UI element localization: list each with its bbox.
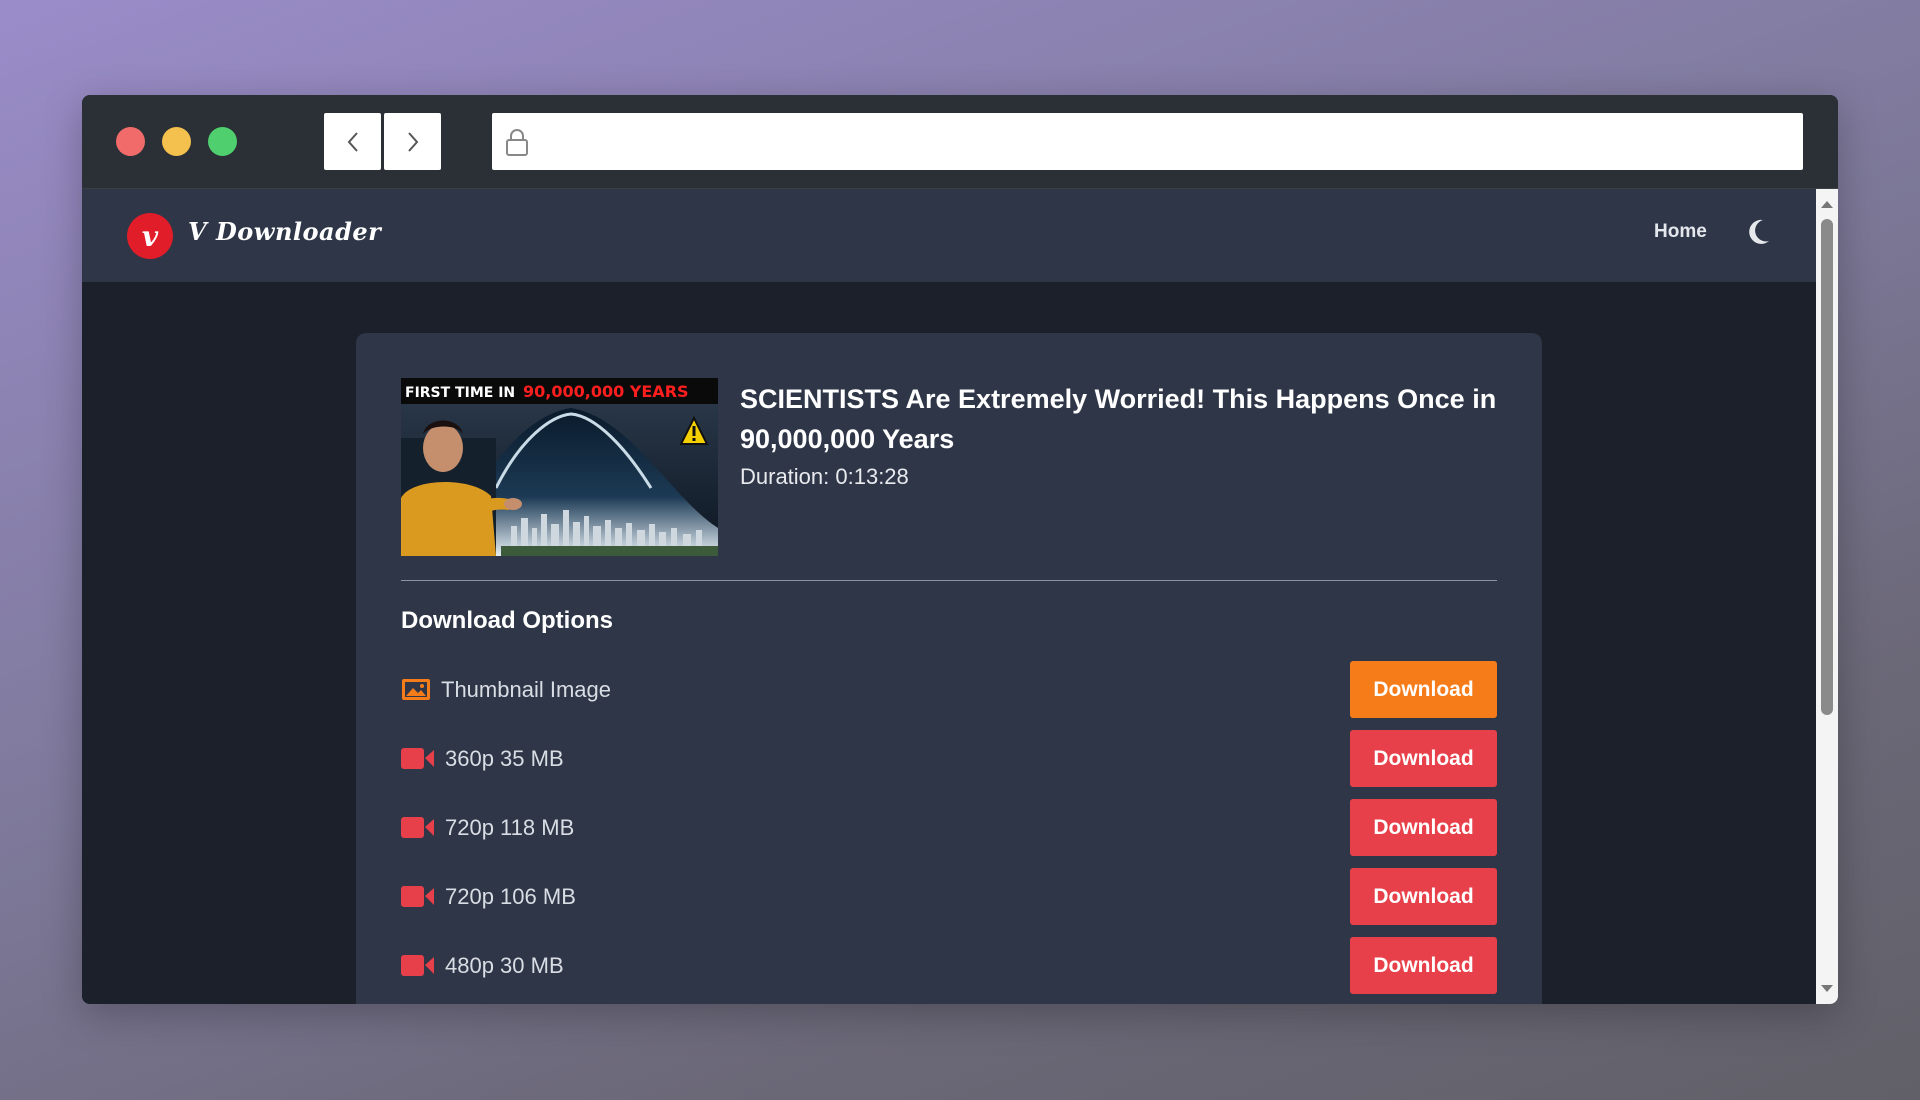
video-thumbnail: FIRST TIME IN 90,000,000 YEARS: [401, 378, 718, 556]
chevron-right-icon: [407, 131, 418, 152]
back-button[interactable]: [324, 113, 381, 170]
scroll-down-arrow[interactable]: [1821, 985, 1833, 992]
video-title: SCIENTISTS Are Extremely Worried! This H…: [740, 384, 1497, 454]
video-camera-icon: [401, 886, 434, 907]
download-360p-button[interactable]: Download: [1350, 730, 1497, 787]
download-option-label: 720p 106 MB: [445, 884, 576, 909]
download-480p-button[interactable]: Download: [1350, 937, 1497, 994]
video-card: FIRST TIME IN 90,000,000 YEARS SCIENTIST…: [356, 333, 1542, 1004]
thumbnail-text-white: FIRST TIME IN: [405, 385, 515, 401]
download-option-row: 720p 106 MB Download: [401, 868, 1497, 925]
scroll-up-arrow[interactable]: [1821, 201, 1833, 208]
download-options-heading: Download Options: [401, 607, 613, 634]
site-header: v V Downloader Home: [82, 189, 1816, 282]
download-option-row: 720p 118 MB Download: [401, 799, 1497, 856]
forward-button[interactable]: [384, 113, 441, 170]
moon-icon[interactable]: [1746, 217, 1772, 247]
download-option-label: 360p 35 MB: [445, 746, 564, 771]
download-option-label: Thumbnail Image: [441, 677, 611, 702]
nav-home-link[interactable]: Home: [1654, 221, 1707, 243]
scrollbar-thumb[interactable]: [1821, 219, 1833, 715]
download-option-row: Thumbnail Image Download: [401, 661, 1497, 718]
download-thumbnail-button[interactable]: Download: [1350, 661, 1497, 718]
page-viewport: v V Downloader Home FIRST TIME IN 90,000…: [82, 189, 1816, 1004]
thumbnail-text-red: 90,000,000 YEARS: [523, 382, 689, 401]
address-bar[interactable]: [492, 113, 1803, 170]
page-scrollbar[interactable]: [1816, 189, 1838, 1004]
image-icon: [402, 679, 430, 700]
brand-name[interactable]: V Downloader: [188, 217, 381, 246]
browser-titlebar: [82, 95, 1838, 189]
download-720p-alt-button[interactable]: Download: [1350, 868, 1497, 925]
video-camera-icon: [401, 748, 434, 769]
download-option-label: 480p 30 MB: [445, 953, 564, 978]
video-duration: Duration: 0:13:28: [740, 464, 909, 489]
lock-icon: [506, 129, 528, 156]
brand-logo[interactable]: v: [127, 213, 173, 259]
brand-logo-letter: v: [141, 219, 159, 253]
maximize-window-button[interactable]: [208, 127, 237, 156]
download-option-label: 720p 118 MB: [445, 815, 575, 840]
download-option-row: 360p 35 MB Download: [401, 730, 1497, 787]
browser-window: v V Downloader Home FIRST TIME IN 90,000…: [82, 95, 1838, 1004]
divider: [401, 580, 1497, 581]
close-window-button[interactable]: [116, 127, 145, 156]
download-option-row: 480p 30 MB Download: [401, 937, 1497, 994]
video-camera-icon: [401, 955, 434, 976]
video-camera-icon: [401, 817, 434, 838]
download-720p-button[interactable]: Download: [1350, 799, 1497, 856]
chevron-left-icon: [347, 131, 358, 152]
minimize-window-button[interactable]: [162, 127, 191, 156]
